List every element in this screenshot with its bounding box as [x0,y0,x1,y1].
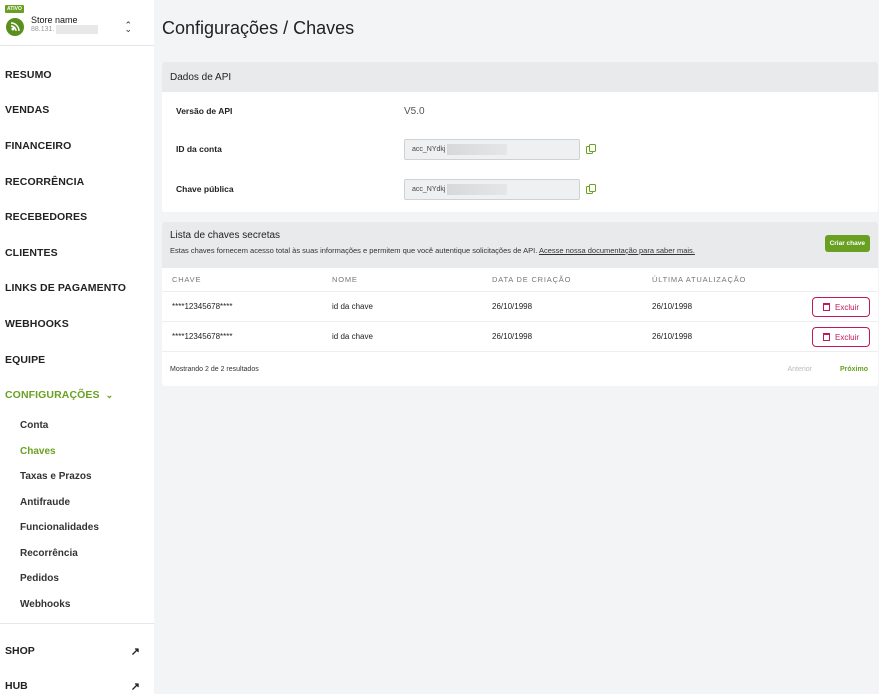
store-id-redacted [56,25,99,34]
results-summary: Mostrando 2 de 2 resultados [170,365,259,373]
secret-keys-title: Lista de chaves secretas [170,230,281,241]
sub-label: Webhooks [20,598,71,610]
nav-label: HUB [5,680,28,693]
nav-item-recorrencia[interactable]: RECORRÊNCIA [0,164,154,200]
nav-item-webhooks[interactable]: WEBHOOKS [0,306,154,342]
nav-label: FINANCEIRO [5,139,72,152]
documentation-link[interactable]: Acesse nossa documentação para saber mai… [539,246,695,255]
delete-button[interactable]: Excluir [812,327,870,347]
sub-item-conta[interactable]: Conta [0,413,154,439]
sub-item-recorrencia[interactable]: Recorrência [0,540,154,566]
public-key-field[interactable]: acc_NYdkj [404,178,580,200]
table-row: ****12345678**** id da chave 26/10/1998 … [162,292,878,322]
store-switcher[interactable]: ATIVO Store name 88.131. ⌃ ⌄ [0,0,154,46]
sub-item-chaves[interactable]: Chaves [0,438,154,464]
api-data-card: Dados de API Versão de API V5.0 ID da co… [162,62,878,212]
sub-item-taxas-e-prazos[interactable]: Taxas e Prazos [0,464,154,490]
account-id-field[interactable]: acc_NYdkj [404,138,580,160]
nav-label: RECORRÊNCIA [5,175,85,188]
table-footer: Mostrando 2 de 2 resultados Anterior Pró… [162,352,878,386]
nav-label: CONFIGURAÇÕES [5,389,100,402]
store-id: 88.131. [31,26,55,33]
name-cell: id da chave [332,332,373,341]
page-title: Configurações / Chaves [162,18,355,38]
secret-keys-description: Estas chaves fornecem acesso total às su… [170,246,870,255]
api-version-label: Versão de API [176,106,233,116]
store-name: Store name [31,15,78,25]
column-header: ÚLTIMA ATUALIZAÇÃO [652,275,747,284]
chevron-updown-icon[interactable]: ⌃ ⌄ [124,20,132,42]
nav-label: CLIENTES [5,246,58,259]
external-link-icon: ↗ [130,645,140,658]
sub-label: Chaves [20,445,56,457]
sub-label: Funcionalidades [20,522,99,534]
sub-label: Pedidos [20,573,59,585]
nav-label: EQUIPE [5,353,46,366]
nav-label: VENDAS [5,104,50,117]
copy-icon[interactable] [586,143,597,155]
trash-icon [822,333,830,341]
sub-item-funcionalidades[interactable]: Funcionalidades [0,515,154,541]
nav-label: RECEBEDORES [5,211,88,224]
nav-label: SHOP [5,645,35,658]
sub-label: Antifraude [20,496,70,508]
public-key-label: Chave pública [176,184,234,194]
sub-item-pedidos[interactable]: Pedidos [0,566,154,592]
secret-keys-header: Lista de chaves secretas Estas chaves fo… [162,222,878,268]
updated-cell: 26/10/1998 [652,302,693,311]
name-cell: id da chave [332,302,373,311]
updated-cell: 26/10/1998 [652,332,693,341]
redacted-value [447,143,508,155]
sub-label: Taxas e Prazos [20,471,92,483]
nav-label: WEBHOOKS [5,317,69,330]
nav-item-links-de-pagamento[interactable]: LINKS DE PAGAMENTO [0,271,154,307]
chevron-down-icon: ⌄ [105,389,114,400]
column-header: DATA DE CRIAÇÃO [492,275,572,284]
delete-button[interactable]: Excluir [812,297,870,317]
public-key-value: acc_NYdkj [412,185,446,193]
nav-item-clientes[interactable]: CLIENTES [0,235,154,271]
next-page-button[interactable]: Próximo [840,366,868,373]
nav-item-shop[interactable]: SHOP ↗ [0,634,154,669]
create-key-button[interactable]: Criar chave [824,235,870,252]
delete-label: Excluir [834,302,859,312]
store-logo-icon [6,17,24,36]
sub-item-webhooks[interactable]: Webhooks [0,591,154,617]
description-text: Estas chaves fornecem acesso total às su… [170,246,538,255]
sidebar: ATIVO Store name 88.131. ⌃ ⌄ RESUMO VENDA… [0,0,154,694]
sub-label: Conta [20,420,49,432]
account-id-label: ID da conta [176,144,222,154]
main-content: Configurações / Chaves Dados de API Vers… [154,0,879,694]
nav-item-hub[interactable]: HUB ↗ [0,669,154,694]
table-header: CHAVE NOME DATA DE CRIAÇÃO ÚLTIMA ATUALI… [162,268,878,292]
api-version-value: V5.0 [404,105,425,117]
nav-label: RESUMO [5,68,52,81]
delete-label: Excluir [834,332,859,342]
sub-label: Recorrência [20,547,78,559]
nav-item-financeiro[interactable]: FINANCEIRO [0,128,154,164]
account-id-value: acc_NYdkj [412,145,446,153]
external-link-icon: ↗ [130,680,140,693]
previous-page-button[interactable]: Anterior [787,366,812,373]
status-badge: ATIVO [5,5,24,13]
api-card-header: Dados de API [162,62,878,92]
key-cell: ****12345678**** [172,332,233,341]
nav-item-vendas[interactable]: VENDAS [0,93,154,129]
nav-item-equipe[interactable]: EQUIPE [0,342,154,378]
table-row: ****12345678**** id da chave 26/10/1998 … [162,322,878,352]
copy-icon[interactable] [586,183,597,195]
nav-item-recebedores[interactable]: RECEBEDORES [0,199,154,235]
secret-keys-card: Lista de chaves secretas Estas chaves fo… [162,222,878,386]
nav-item-configuracoes[interactable]: CONFIGURAÇÕES ⌄ [0,377,154,413]
column-header: NOME [332,275,358,284]
trash-icon [822,303,830,311]
created-cell: 26/10/1998 [492,302,533,311]
nav-item-resumo[interactable]: RESUMO [0,57,154,93]
nav-label: LINKS DE PAGAMENTO [5,282,127,295]
column-header: CHAVE [172,275,202,284]
key-cell: ****12345678**** [172,302,233,311]
redacted-value [447,183,508,195]
sub-item-antifraude[interactable]: Antifraude [0,489,154,515]
created-cell: 26/10/1998 [492,332,533,341]
